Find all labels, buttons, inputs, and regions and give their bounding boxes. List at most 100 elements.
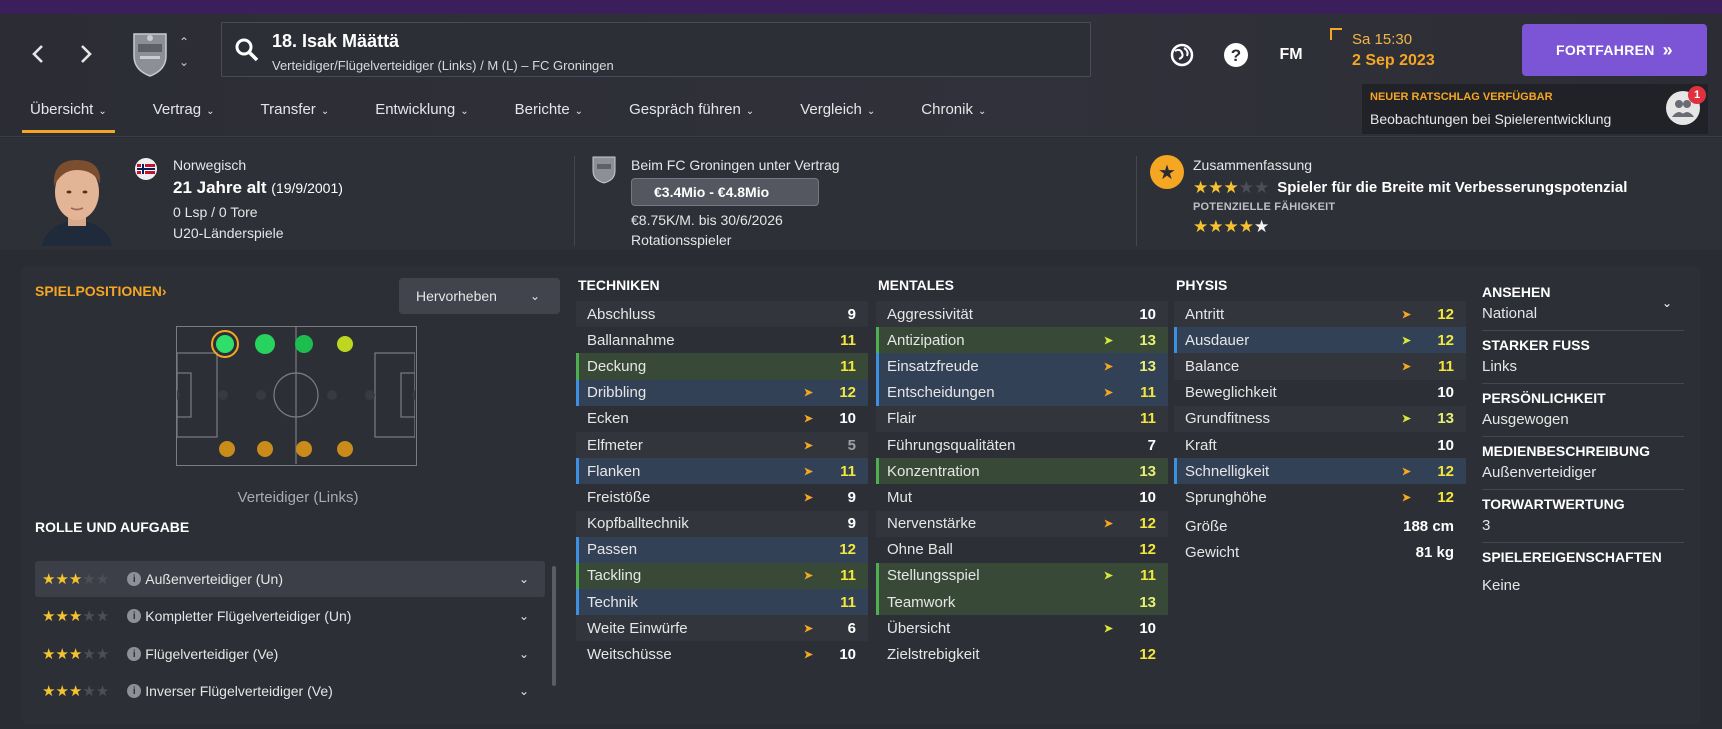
chevron-down-icon[interactable]: ⌄ <box>519 647 529 661</box>
highlight-dropdown[interactable]: Hervorheben ⌄ <box>399 278 560 314</box>
attribute-row[interactable]: Dribbling ➤ 12 <box>576 379 868 406</box>
attribute-row[interactable]: Tackling ➤ 11 <box>576 562 868 590</box>
attribute-name: Balance <box>1185 357 1240 375</box>
star-icon: ★ <box>1208 216 1224 236</box>
attribute-row[interactable]: Beweglichkeit 10 <box>1174 380 1466 406</box>
attribute-row[interactable]: Konzentration 13 <box>876 458 1168 485</box>
attribute-row[interactable]: Ecken ➤ 10 <box>576 406 868 432</box>
attribute-row[interactable]: Elfmeter ➤ 5 <box>576 431 868 459</box>
forward-button[interactable] <box>66 34 106 74</box>
chevron-down-icon[interactable]: ⌄ <box>176 52 192 72</box>
star-icon: ★ <box>1238 177 1254 197</box>
tab-overview[interactable]: Übersicht ⌄ <box>22 100 115 136</box>
info-icon[interactable]: i <box>127 684 142 698</box>
position-dot-mr[interactable] <box>296 441 312 457</box>
game-date[interactable]: Sa 15:30 2 Sep 2023 <box>1330 28 1510 84</box>
world-globe-icon[interactable] <box>1165 38 1199 72</box>
attribute-row[interactable]: Weite Einwürfe ➤ 6 <box>576 615 868 642</box>
attribute-row[interactable]: Abschluss 9 <box>576 301 868 328</box>
info-icon[interactable]: i <box>127 647 142 661</box>
info-icon[interactable]: i <box>127 572 142 586</box>
attribute-row[interactable]: Aggressivität 10 <box>876 301 1168 328</box>
attribute-row[interactable]: Balance ➤ 11 <box>1174 353 1466 380</box>
position-dot-wbl[interactable] <box>255 334 275 354</box>
chevron-right-icon: › <box>161 283 167 299</box>
attribute-row[interactable]: Entscheidungen ➤ 11 <box>876 379 1168 406</box>
tab-compare[interactable]: Vergleich ⌄ <box>792 100 883 136</box>
attribute-row[interactable]: Ausdauer ➤ 12 <box>1174 327 1466 354</box>
attribute-row[interactable]: Technik 11 <box>576 589 868 616</box>
position-dot-aml[interactable] <box>337 336 353 352</box>
tab-contract[interactable]: Vertrag ⌄ <box>145 100 223 136</box>
chevron-down-icon[interactable]: ⌄ <box>519 609 529 623</box>
position-dot-wbr[interactable] <box>257 441 273 457</box>
attribute-name: Zielstrebigkeit <box>887 646 980 664</box>
reputation-block[interactable]: ANSEHEN National ⌄ <box>1482 278 1684 331</box>
positions-title[interactable]: SPIELPOSITIONEN› <box>35 283 166 299</box>
attribute-row[interactable]: Nervenstärke ➤ 12 <box>876 510 1168 537</box>
position-pitch[interactable] <box>176 326 417 466</box>
attribute-row[interactable]: Teamwork 13 <box>876 589 1168 616</box>
attribute-row[interactable]: Ballannahme 11 <box>576 327 868 353</box>
player-info-strip: Norwegisch 21 Jahre alt (19/9/2001) 0 Ls… <box>0 138 1722 250</box>
club-crest-small-icon[interactable] <box>590 154 618 184</box>
role-item[interactable]: ★ ★ ★ ★ ★ i Außenverteidiger (Un) ⌄ <box>35 561 545 597</box>
attribute-row[interactable]: Übersicht ➤ 10 <box>876 615 1168 641</box>
attribute-row[interactable]: Führungsqualitäten 7 <box>876 432 1168 458</box>
transfer-value[interactable]: €3.4Mio - €4.8Mio <box>631 178 819 206</box>
attribute-row[interactable]: Weitschüsse ➤ 10 <box>576 641 868 667</box>
position-dot-dl[interactable] <box>211 330 239 358</box>
fm-logo[interactable]: FM <box>1274 38 1308 72</box>
chevron-down-icon[interactable]: ⌄ <box>519 684 529 698</box>
attribute-name: Weite Einwürfe <box>587 619 688 637</box>
position-dot-dr[interactable] <box>219 441 235 457</box>
continue-button[interactable]: FORTFAHREN » <box>1522 24 1707 76</box>
attribute-row[interactable]: Mut 10 <box>876 484 1168 510</box>
attribute-row[interactable]: Deckung 11 <box>576 353 868 380</box>
chevron-down-icon[interactable]: ⌄ <box>1662 296 1672 310</box>
tab-reports[interactable]: Berichte ⌄ <box>507 100 591 136</box>
club-crest-icon[interactable] <box>128 28 172 78</box>
attribute-row[interactable]: Sprunghöhe ➤ 12 <box>1174 484 1466 510</box>
search-icon[interactable] <box>234 37 260 63</box>
attribute-row[interactable]: Ohne Ball 12 <box>876 537 1168 563</box>
info-icon[interactable]: i <box>127 609 142 623</box>
role-item[interactable]: ★ ★ ★ ★ ★ i Flügelverteidiger (Ve) ⌄ <box>35 636 545 672</box>
club-switch-arrows[interactable]: ⌃ ⌄ <box>176 32 192 76</box>
chevron-up-icon[interactable]: ⌃ <box>176 32 192 52</box>
tab-history[interactable]: Chronik ⌄ <box>913 100 994 136</box>
attribute-row[interactable]: Passen 12 <box>576 536 868 563</box>
attribute-row[interactable]: Zielstrebigkeit 12 <box>876 641 1168 667</box>
tab-development[interactable]: Entwicklung ⌄ <box>367 100 476 136</box>
back-button[interactable] <box>18 34 58 74</box>
position-dot-amr[interactable] <box>337 441 353 457</box>
value-range: €3.4Mio - €4.8Mio <box>654 184 770 200</box>
attribute-row[interactable]: Antritt ➤ 12 <box>1174 301 1466 328</box>
roles-scrollbar[interactable] <box>552 566 556 686</box>
tab-transfer[interactable]: Transfer ⌄ <box>253 100 338 136</box>
attribute-row[interactable]: Freistöße ➤ 9 <box>576 484 868 510</box>
role-item[interactable]: ★ ★ ★ ★ ★ i Inverser Flügelverteidiger (Ve) … <box>35 673 545 709</box>
tab-label: Vertrag <box>152 101 202 118</box>
summary-text: Spieler für die Breite mit Verbesserungs… <box>1277 178 1628 196</box>
advice-notification[interactable]: NEUER RATSCHLAG VERFÜGBAR Beobachtungen … <box>1362 84 1708 134</box>
role-item[interactable]: ★ ★ ★ ★ ★ i Kompletter Flügelverteidiger (Un… <box>35 598 545 634</box>
attribute-row[interactable]: Stellungsspiel ➤ 11 <box>876 562 1168 590</box>
attribute-row[interactable]: Flair 11 <box>876 405 1168 432</box>
help-icon[interactable]: ? <box>1219 38 1253 72</box>
attribute-row[interactable]: Antizipation ➤ 13 <box>876 327 1168 354</box>
position-dot-ml[interactable] <box>295 335 313 353</box>
chevron-down-icon[interactable]: ⌄ <box>519 572 529 586</box>
attribute-row[interactable]: Kraft 10 <box>1174 432 1466 458</box>
attribute-row[interactable]: Kopfballtechnik 9 <box>576 510 868 537</box>
tab-interaction[interactable]: Gespräch führen ⌄ <box>621 100 762 136</box>
attribute-value: 9 <box>847 488 856 506</box>
star-icon: ★ <box>1238 216 1254 236</box>
trend-up-arrow-icon: ➤ <box>1103 334 1113 347</box>
attribute-row[interactable]: Einsatzfreude ➤ 13 <box>876 353 1168 380</box>
attribute-row[interactable]: Grundfitness ➤ 13 <box>1174 405 1466 432</box>
chevron-left-icon <box>32 45 43 63</box>
player-search-box[interactable]: 18. Isak Määttä Verteidiger/Flügelvertei… <box>221 22 1091 77</box>
attribute-row[interactable]: Flanken ➤ 11 <box>576 458 868 485</box>
attribute-row[interactable]: Schnelligkeit ➤ 12 <box>1174 458 1466 485</box>
